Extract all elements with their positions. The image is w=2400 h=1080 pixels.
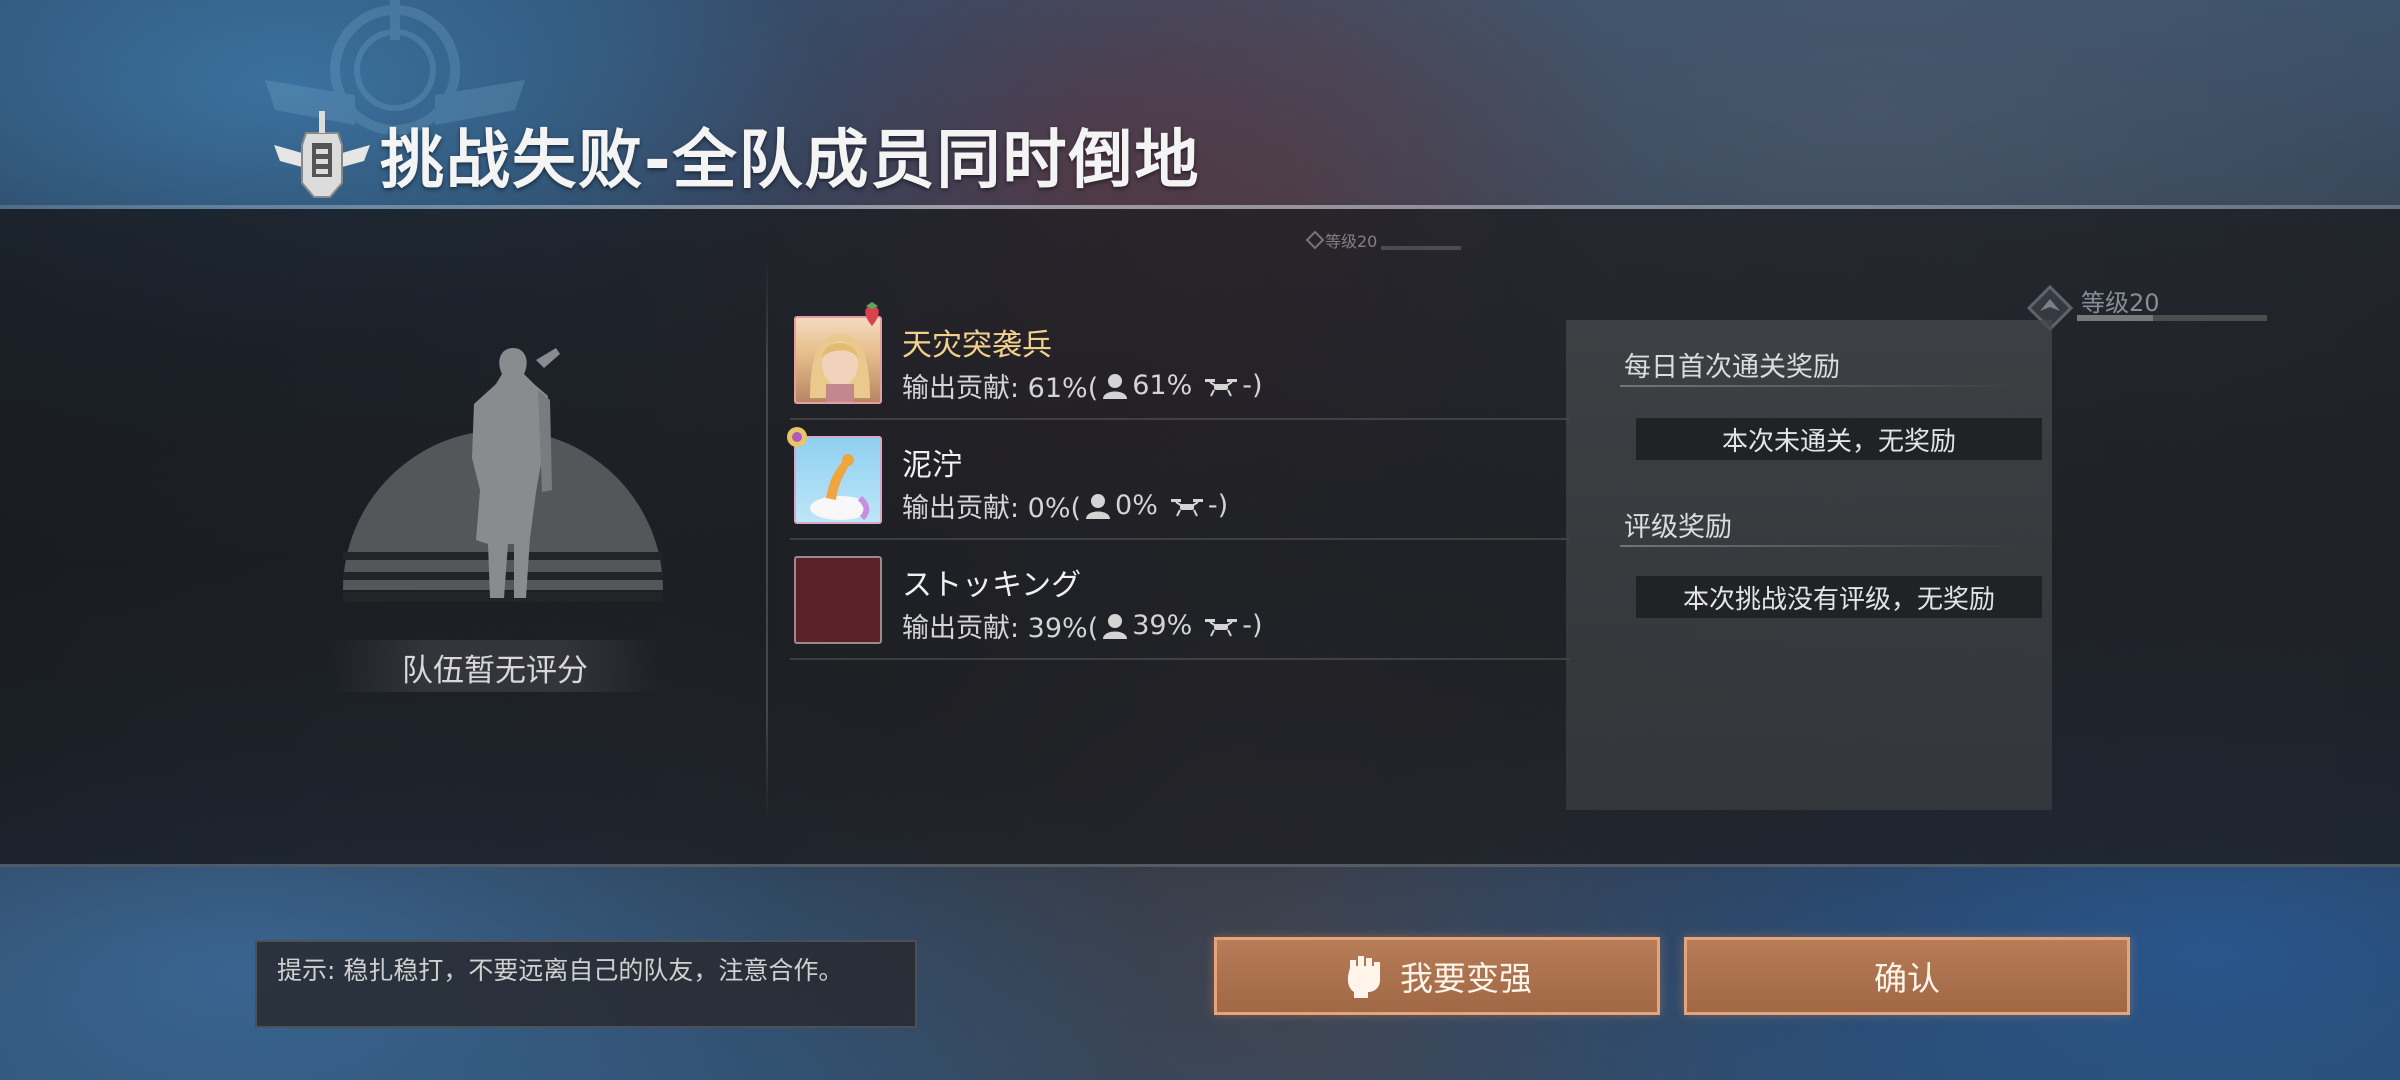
panel-divider: [766, 260, 768, 820]
team-rating-emblem: [338, 340, 668, 640]
soldier-silhouette-icon: [343, 348, 663, 602]
bubble-badge-icon: [787, 427, 807, 447]
character-portrait-icon: [810, 334, 870, 402]
member-list: 天灾突袭兵 输出贡献: 61%( 61% -) 泥泞 输出贡献: 0%(0% …: [787, 300, 1570, 660]
drone-contribution: -): [1207, 490, 1229, 521]
player-icon: [1086, 493, 1111, 519]
rating-reward-status: 本次挑战没有评级，无奖励: [1636, 576, 2042, 618]
member-output-contribution: 输出贡献: 61%( 61% -): [902, 366, 1263, 405]
member-output-contribution: 输出贡献: 0%( 0% -): [902, 486, 1228, 525]
member-row: 天灾突袭兵 输出贡献: 61%( 61% -): [790, 300, 1570, 420]
drone-icon: [1170, 498, 1203, 516]
result-title: 挑战失败-全队成员同时倒地: [272, 105, 1201, 205]
contribution-text: 输出贡献: 0%(: [902, 493, 1082, 524]
heading-underline: [1620, 385, 2020, 387]
character-portrait-icon: [810, 454, 870, 521]
confirm-button[interactable]: 确认: [1684, 937, 2130, 1015]
rank-indicator-small: 等级20: [1305, 228, 1462, 252]
player-icon: [1103, 373, 1128, 399]
member-name: 天灾突袭兵: [902, 328, 1052, 363]
rank-level-text: 等级20: [2081, 289, 2160, 317]
member-name: ストッキング: [902, 568, 1082, 603]
rating-reward-heading: 评级奖励: [1624, 512, 1732, 543]
fist-icon: [1347, 956, 1380, 998]
drone-contribution: -): [1242, 370, 1263, 401]
daily-reward-status: 本次未通关，无奖励: [1636, 418, 2042, 460]
player-contribution: 0%: [1115, 490, 1158, 521]
rank-icon: [1305, 230, 1325, 250]
contribution-text: 输出贡献: 39%(: [902, 613, 1099, 644]
drone-icon: [1205, 378, 1238, 396]
page-title: 挑战失败-全队成员同时倒地: [380, 124, 1201, 198]
team-rating-label: 队伍暂无评分: [402, 653, 588, 689]
drone-icon: [1205, 618, 1238, 636]
tip-box: 提示: 稳扎稳打，不要远离自己的队友，注意合作。: [255, 940, 917, 1028]
heading-underline: [1620, 545, 2020, 547]
drone-contribution: -): [1242, 610, 1263, 641]
failure-badge-icon: [274, 111, 370, 198]
member-row: ストッキング 输出贡献: 39%( 39% -): [790, 540, 1570, 660]
member-name: 泥泞: [902, 448, 962, 483]
daily-reward-heading: 每日首次通关奖励: [1624, 352, 1840, 383]
contribution-text: 输出贡献: 61%(: [902, 373, 1099, 404]
get-stronger-button[interactable]: 我要变强: [1214, 937, 1660, 1015]
member-avatar[interactable]: [794, 556, 882, 644]
member-output-contribution: 输出贡献: 39%( 39% -): [902, 606, 1263, 645]
player-contribution: 39%: [1132, 610, 1193, 641]
player-icon: [1103, 613, 1128, 639]
get-stronger-label: 我要变强: [1400, 959, 1532, 998]
rank-level-text: 等级20: [1325, 232, 1378, 251]
confirm-label: 确认: [1874, 959, 1940, 998]
reward-panel: [1566, 320, 2052, 810]
rank-progress-bar: [1381, 246, 1462, 250]
member-avatar[interactable]: [794, 316, 882, 404]
rank-progress-bar: [2077, 315, 2267, 321]
strawberry-badge-icon: [865, 302, 879, 326]
member-row: 泥泞 输出贡献: 0%( 0% -): [787, 420, 1570, 540]
player-contribution: 61%: [1132, 370, 1193, 401]
